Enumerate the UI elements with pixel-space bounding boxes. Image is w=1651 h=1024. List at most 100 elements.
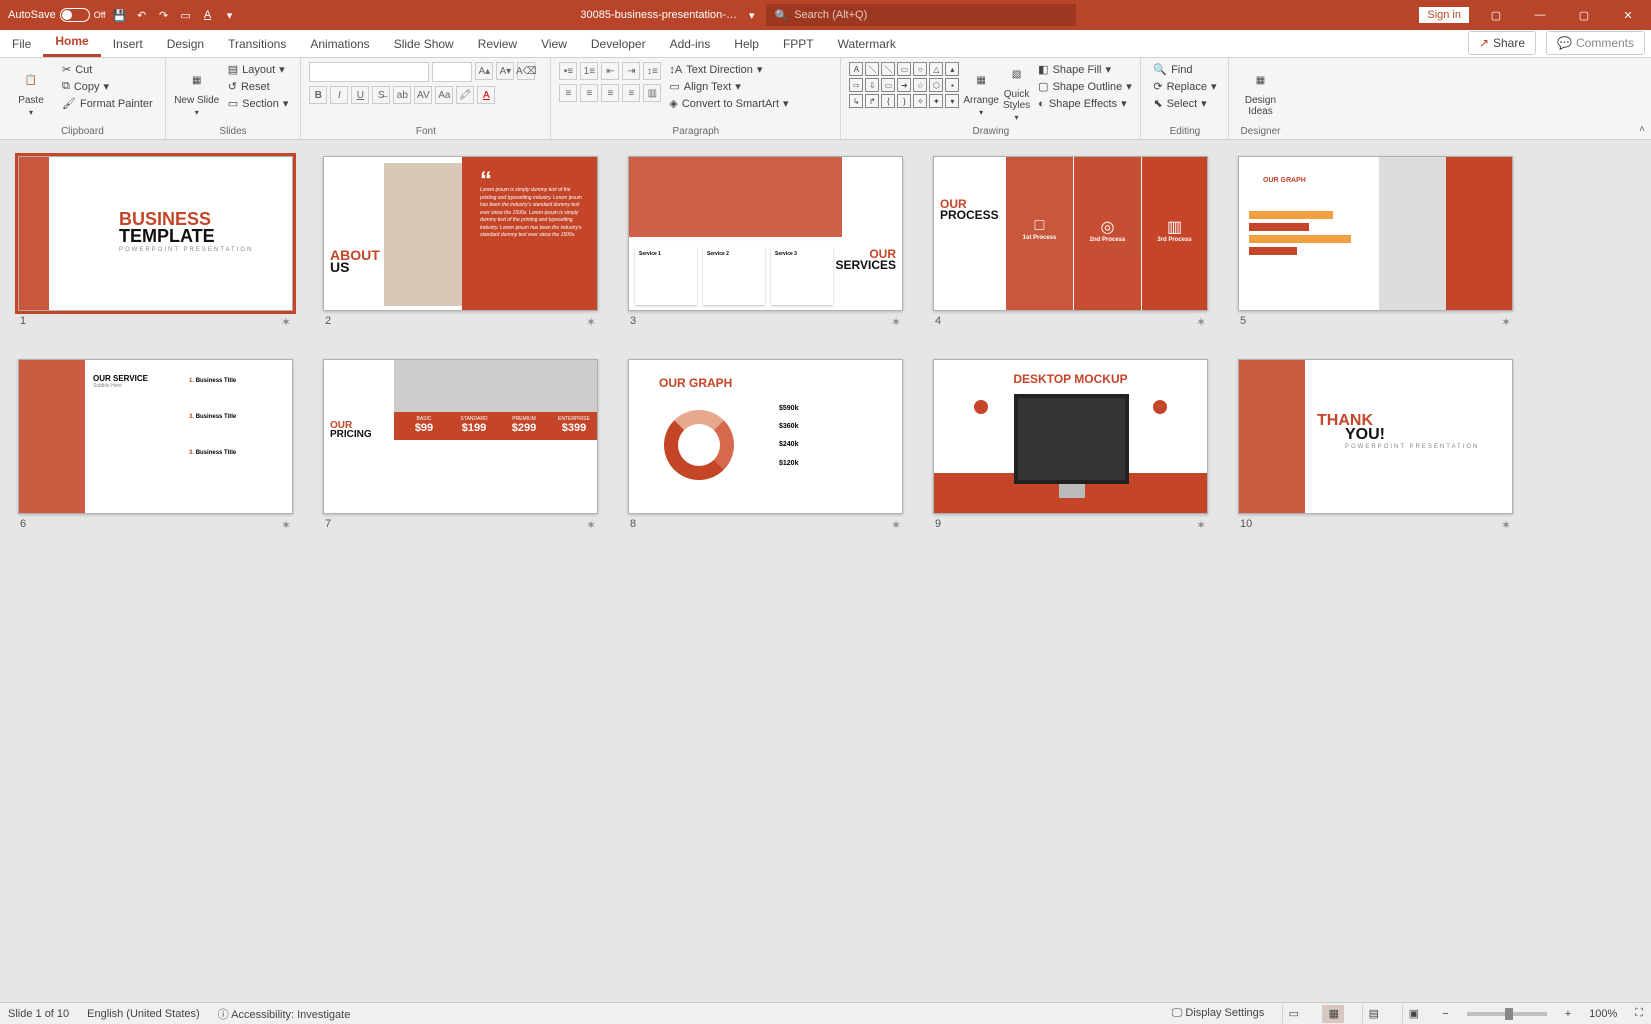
slide-sorter-view-icon[interactable]: ▦ [1322, 1005, 1344, 1023]
copy-button[interactable]: ⧉Copy▾ [58, 79, 157, 94]
zoom-level[interactable]: 100% [1589, 1008, 1617, 1020]
accessibility-status[interactable]: ⓘ Accessibility: Investigate [218, 1006, 351, 1022]
shape-scroll-down-icon[interactable]: ▾ [945, 94, 959, 108]
slide-canvas[interactable]: BUSINESS TEMPLATE POWERPOINT PRESENTATIO… [18, 156, 293, 311]
tab-review[interactable]: Review [466, 31, 529, 57]
tab-home[interactable]: Home [43, 28, 100, 57]
shape-star-icon[interactable]: ☆ [913, 78, 927, 92]
redo-icon[interactable]: ↷ [156, 7, 172, 23]
cut-button[interactable]: ✂Cut [58, 62, 157, 77]
slide-thumbnail[interactable]: OUR SERVICES Service 1 Service 2 Service… [628, 156, 903, 329]
tab-slideshow[interactable]: Slide Show [382, 31, 466, 57]
find-button[interactable]: 🔍Find [1149, 62, 1220, 77]
slide-canvas[interactable]: OUR PROCESS □1st Process ◎2nd Process ▥3… [933, 156, 1208, 311]
shape-fill-button[interactable]: ◧Shape Fill▾ [1034, 62, 1136, 77]
shapes-gallery[interactable]: A＼＼▭○△▴ ⇨⇩▭➔☆⬡▪ ↳↱{}✧✦▾ [849, 62, 959, 108]
slide-thumbnail[interactable]: BUSINESS TEMPLATE POWERPOINT PRESENTATIO… [18, 156, 293, 329]
slide-canvas[interactable]: OUR GRAPH $590k $360k $240k $120k [628, 359, 903, 514]
tab-file[interactable]: File [0, 31, 43, 57]
zoom-out-icon[interactable]: − [1442, 1008, 1448, 1020]
font-family-input[interactable] [309, 62, 429, 82]
text-direction-button[interactable]: ↕AText Direction▾ [665, 62, 792, 77]
underline-icon[interactable]: U [351, 86, 369, 104]
shape-line-icon[interactable]: ＼ [865, 62, 879, 76]
animation-indicator-icon[interactable]: ✶ [281, 518, 291, 532]
slide-thumbnail[interactable]: DESKTOP MOCKUP 9✶ [933, 359, 1208, 532]
slide-canvas[interactable]: OUR GRAPH [1238, 156, 1513, 311]
zoom-slider[interactable] [1467, 1012, 1547, 1016]
bullets-icon[interactable]: •≡ [559, 62, 577, 80]
tab-insert[interactable]: Insert [101, 31, 155, 57]
reading-view-icon[interactable]: ▤ [1362, 1005, 1384, 1023]
slide-canvas[interactable]: ABOUT US “ Lorem ipsum is simply dummy t… [323, 156, 598, 311]
shape-arrow-down-icon[interactable]: ⇩ [865, 78, 879, 92]
reset-button[interactable]: ↺Reset [224, 79, 293, 94]
align-right-icon[interactable]: ≡ [601, 84, 619, 102]
zoom-in-icon[interactable]: + [1565, 1008, 1571, 1020]
slideshow-view-icon[interactable]: ▣ [1402, 1005, 1424, 1023]
decrease-indent-icon[interactable]: ⇤ [601, 62, 619, 80]
tab-watermark[interactable]: Watermark [826, 31, 908, 57]
document-title[interactable]: 30085-business-presentation-… [580, 9, 737, 21]
animation-indicator-icon[interactable]: ✶ [586, 518, 596, 532]
tab-developer[interactable]: Developer [579, 31, 658, 57]
font-color-icon[interactable]: A [200, 7, 216, 23]
shape-scroll-mid-icon[interactable]: ▪ [945, 78, 959, 92]
shape-arrow-icon[interactable]: ➔ [897, 78, 911, 92]
fit-to-window-icon[interactable]: ⛶ [1635, 1007, 1643, 1020]
filename-dropdown-icon[interactable]: ▾ [749, 9, 755, 22]
animation-indicator-icon[interactable]: ✶ [1501, 315, 1511, 329]
replace-button[interactable]: ⟳Replace▾ [1149, 79, 1220, 94]
autosave-toggle[interactable]: AutoSave Off [8, 8, 106, 22]
toggle-switch-icon[interactable] [60, 8, 90, 22]
shape-star4-icon[interactable]: ✦ [929, 94, 943, 108]
slide-thumbnail[interactable]: ABOUT US “ Lorem ipsum is simply dummy t… [323, 156, 598, 329]
tab-transitions[interactable]: Transitions [216, 31, 298, 57]
bold-icon[interactable]: B [309, 86, 327, 104]
line-spacing-icon[interactable]: ↕≡ [643, 62, 661, 80]
tab-fppt[interactable]: FPPT [771, 31, 826, 57]
design-ideas-button[interactable]: ▦Design Ideas [1237, 62, 1283, 122]
search-input[interactable] [794, 9, 1068, 21]
highlight-icon[interactable]: 🖍 [456, 86, 474, 104]
slide-canvas[interactable]: DESKTOP MOCKUP [933, 359, 1208, 514]
shape-effects-button[interactable]: ◐Shape Effects▾ [1034, 96, 1136, 111]
tab-animations[interactable]: Animations [298, 31, 381, 57]
slide-canvas[interactable]: OUR SERVICES Service 1 Service 2 Service… [628, 156, 903, 311]
tab-addins[interactable]: Add-ins [658, 31, 723, 57]
paste-button[interactable]: 📋 Paste ▾ [8, 62, 54, 122]
undo-icon[interactable]: ↶ [134, 7, 150, 23]
slide-thumbnail[interactable]: OUR SERVICE Subtitle Here 1. Business Ti… [18, 359, 293, 532]
columns-icon[interactable]: ▥ [643, 84, 661, 102]
align-center-icon[interactable]: ≡ [580, 84, 598, 102]
shape-oval-icon[interactable]: ○ [913, 62, 927, 76]
shape-rect2-icon[interactable]: ▭ [881, 78, 895, 92]
tab-view[interactable]: View [529, 31, 579, 57]
slide-thumbnail[interactable]: OUR PRICING BASIC$99 STANDARD$199 PREMIU… [323, 359, 598, 532]
ribbon-display-options-icon[interactable]: ▢ [1479, 0, 1513, 30]
char-spacing-icon[interactable]: AV [414, 86, 432, 104]
shape-connector2-icon[interactable]: ↱ [865, 94, 879, 108]
layout-button[interactable]: ▤Layout▾ [224, 62, 293, 77]
normal-view-icon[interactable]: ▭ [1282, 1005, 1304, 1023]
shape-hex-icon[interactable]: ⬡ [929, 78, 943, 92]
slide-canvas[interactable]: OUR SERVICE Subtitle Here 1. Business Ti… [18, 359, 293, 514]
shadow-icon[interactable]: ab [393, 86, 411, 104]
animation-indicator-icon[interactable]: ✶ [891, 315, 901, 329]
qat-customize-icon[interactable]: ▾ [222, 7, 238, 23]
animation-indicator-icon[interactable]: ✶ [586, 315, 596, 329]
shape-textbox-icon[interactable]: A [849, 62, 863, 76]
slide-thumbnail[interactable]: OUR PROCESS □1st Process ◎2nd Process ▥3… [933, 156, 1208, 329]
shape-triangle-icon[interactable]: △ [929, 62, 943, 76]
slide-canvas[interactable]: THANK YOU! POWERPOINT PRESENTATION [1238, 359, 1513, 514]
format-painter-button[interactable]: 🖌Format Painter [58, 96, 157, 111]
font-color-icon[interactable]: A [477, 86, 495, 104]
shape-line2-icon[interactable]: ＼ [881, 62, 895, 76]
convert-smartart-button[interactable]: ◈Convert to SmartArt▾ [665, 96, 792, 111]
sign-in-button[interactable]: Sign in [1419, 7, 1469, 23]
justify-icon[interactable]: ≡ [622, 84, 640, 102]
tab-help[interactable]: Help [722, 31, 771, 57]
clear-formatting-icon[interactable]: A⌫ [517, 62, 535, 80]
shape-rect-icon[interactable]: ▭ [897, 62, 911, 76]
italic-icon[interactable]: I [330, 86, 348, 104]
